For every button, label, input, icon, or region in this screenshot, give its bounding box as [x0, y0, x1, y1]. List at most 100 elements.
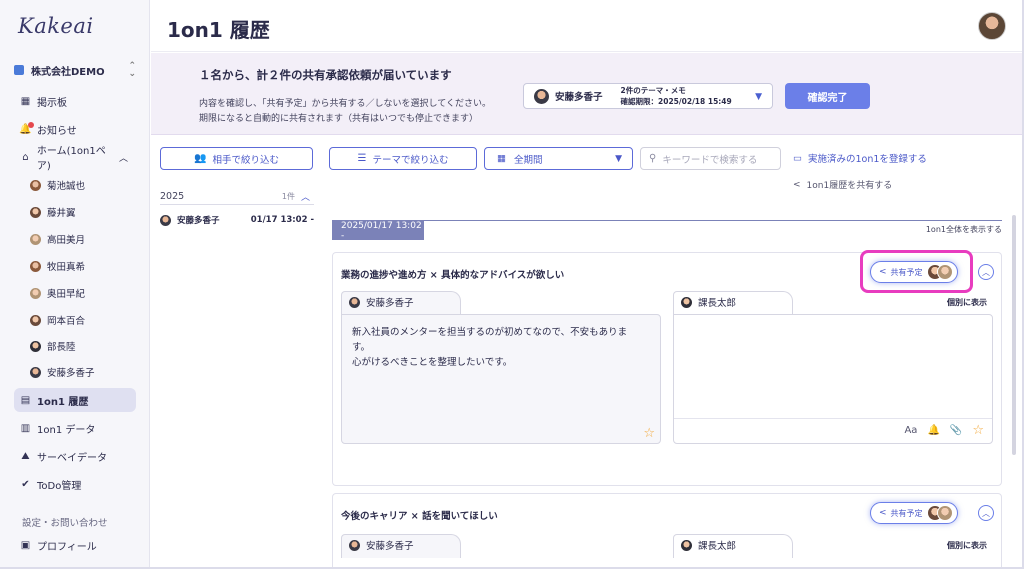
share-icon: < — [879, 508, 887, 518]
collapse-button[interactable]: ︿ — [978, 264, 994, 280]
share-status-button[interactable]: < 共有予定 — [870, 502, 958, 524]
page-header: 1on1 履歴 — [151, 0, 1022, 52]
period-select[interactable]: ▦ 全期間 ▼ — [484, 147, 633, 170]
highlight-box — [860, 250, 973, 293]
sidebar-member-item[interactable]: 藤井翼 — [30, 202, 140, 222]
history-list-item[interactable]: 安藤多香子 01/17 13:02 - — [160, 212, 314, 228]
member-name: 奥田早紀 — [47, 289, 86, 300]
editor-divider — [674, 418, 992, 419]
bell-icon[interactable]: 🔔 — [927, 425, 939, 436]
sidebar-item-board[interactable]: ▦ 掲示板 — [14, 89, 136, 113]
avatar — [937, 505, 953, 521]
button-label: テーマで絞り込む — [372, 154, 449, 166]
filter-partner-button[interactable]: 👥 相手で絞り込む — [160, 147, 313, 170]
year-group-header[interactable]: 2025 1件 ︿ — [160, 189, 314, 205]
filter-theme-button[interactable]: ☰ テーマで絞り込む — [329, 147, 477, 170]
sidebar-member-item[interactable]: 奥田早紀 — [30, 283, 140, 303]
memo-author: 安藤多香子 — [341, 291, 463, 313]
filter-lines-icon: ☰ — [357, 153, 367, 164]
share-icon: < — [793, 179, 801, 190]
member-name: 藤井翼 — [47, 208, 76, 219]
request-count: 2件のテーマ・メモ — [620, 86, 686, 95]
memo-body: 新入社員のメンターを担当するのが初めてなので、不安もありま す。 心がけるべきこ… — [341, 314, 661, 444]
text-format-icon[interactable]: Aa — [904, 425, 917, 436]
share-history-link[interactable]: < 1on1履歴を共有する — [793, 178, 892, 192]
memo-text: 新入社員のメンターを担当するのが初めてなので、不安もありま す。 心がけるべきこ… — [352, 325, 627, 370]
avatar — [30, 206, 41, 218]
bell-icon: 🔔 — [19, 121, 34, 135]
year-count: 1件 — [281, 192, 295, 201]
request-deadline: 確認期限：2025/02/18 15:49 — [620, 97, 732, 106]
avatar — [681, 539, 692, 551]
sidebar-item-label: お知らせ — [37, 125, 77, 137]
requester-name: 安藤多香子 — [555, 92, 603, 103]
check-circle-icon: ✔ — [21, 478, 30, 490]
collapse-button[interactable]: ︿ — [978, 505, 994, 521]
member-name: 菊池誠也 — [47, 181, 86, 192]
memo-line: 心がけるべきことを整理したいです。 — [352, 357, 513, 368]
sidebar-member-item[interactable]: 岡本百合 — [30, 310, 140, 330]
author-name: 課長太郎 — [698, 298, 737, 309]
history-icon: ▤ — [20, 394, 31, 406]
app-logo[interactable]: Kakeai — [18, 14, 94, 38]
member-name: 安藤多香子 — [47, 368, 95, 379]
link-label: 実施済みの1on1を登録する — [807, 154, 927, 165]
sidebar-item-label: プロフィール — [37, 541, 97, 553]
member-name: 牧田真希 — [47, 262, 86, 273]
user-avatar[interactable] — [978, 12, 1006, 40]
sidebar-member-item[interactable]: 部長陸 — [30, 336, 140, 356]
avatar — [30, 179, 41, 191]
year-label: 2025 — [160, 191, 185, 202]
star-icon[interactable]: ☆ — [643, 426, 655, 441]
star-icon[interactable]: ☆ — [972, 423, 984, 438]
member-name: 岡本百合 — [47, 316, 86, 327]
chevron-updown-icon: ⌃ ⌄ — [128, 61, 136, 79]
memo-author: 安藤多香子 — [341, 534, 463, 556]
sidebar-item-todo[interactable]: ✔ ToDo管理 — [14, 472, 136, 496]
scrollbar[interactable] — [1012, 215, 1016, 455]
sidebar-member-item[interactable]: 菊池誠也 — [30, 175, 140, 195]
theme-title: 業務の進捗や進め方 × 具体的なアドバイスが欲しい — [341, 270, 565, 281]
sidebar-item-profile[interactable]: ▣ プロフィール — [14, 533, 136, 557]
sidebar-item-label: 1on1 データ — [37, 424, 96, 436]
company-switcher[interactable]: 株式会社DEMO ⌃ ⌄ — [14, 61, 136, 79]
sidebar-item-label: サーベイデータ — [37, 452, 107, 464]
app-window: Kakeai 株式会社DEMO ⌃ ⌄ ▦ 掲示板 🔔 お知らせ ⌂ ホーム(1o… — [0, 0, 1024, 569]
home-icon: ⌂ — [22, 151, 29, 163]
theme-title: 今後のキャリア × 話を聞いてほしい — [341, 511, 498, 522]
memo-line: す。 — [352, 342, 371, 353]
memo-line: 新入社員のメンターを担当するのが初めてなので、不安もありま — [352, 327, 628, 338]
period-value: 全期間 — [513, 154, 543, 166]
member-name: 部長陸 — [47, 342, 76, 353]
avatar — [30, 366, 41, 378]
avatar — [30, 260, 41, 272]
memo-author: 課長太郎 — [673, 291, 795, 313]
avatar — [349, 539, 360, 551]
share-approval-banner: １名から、計２件の共有承認依頼が届いています 内容を確認し、「共有予定」から共有… — [151, 53, 1022, 135]
sidebar-item-data[interactable]: ▥ 1on1 データ — [14, 416, 136, 440]
member-memo: 安藤多香子 — [341, 534, 661, 567]
calendar-icon: ▦ — [497, 153, 506, 164]
sidebar-member-item[interactable]: 高田美月 — [30, 229, 140, 249]
show-all-link[interactable]: 1on1全体を表示する — [926, 224, 1002, 235]
paperclip-icon[interactable]: 📎 — [950, 425, 962, 436]
confirm-complete-button[interactable]: 確認完了 — [785, 83, 870, 109]
register-1on1-link[interactable]: ▭ 実施済みの1on1を登録する — [793, 151, 927, 166]
individual-view-link[interactable]: 個別に表示 — [947, 540, 987, 551]
sidebar-item-home[interactable]: ⌂ ホーム(1on1ペア) ︿ — [14, 145, 136, 172]
search-input[interactable]: ⚲ キーワードで検索する — [640, 147, 781, 170]
page-title: 1on1 履歴 — [167, 18, 270, 42]
settings-section-label: 設定・お問い合わせ — [22, 518, 108, 529]
sidebar-item-survey[interactable]: ⛰ サーベイデータ — [14, 444, 136, 468]
share-label: 共有予定 — [890, 508, 923, 518]
memo-editor[interactable]: Aa 🔔 📎 ☆ — [673, 314, 993, 444]
people-icon: 👥 — [194, 153, 207, 164]
individual-view-link[interactable]: 個別に表示 — [947, 297, 987, 308]
sidebar-member-item[interactable]: 安藤多香子 — [30, 362, 140, 382]
approval-request-select[interactable]: 安藤多香子 2件のテーマ・メモ 確認期限：2025/02/18 15:49 ▼ — [523, 83, 773, 109]
sidebar-item-history[interactable]: ▤ 1on1 履歴 — [14, 388, 136, 412]
sidebar-item-notifications[interactable]: 🔔 お知らせ — [14, 117, 136, 141]
sidebar-member-item[interactable]: 牧田真希 — [30, 256, 140, 276]
avatar — [30, 287, 41, 299]
sidebar: Kakeai 株式会社DEMO ⌃ ⌄ ▦ 掲示板 🔔 お知らせ ⌂ ホーム(1o… — [0, 0, 150, 567]
